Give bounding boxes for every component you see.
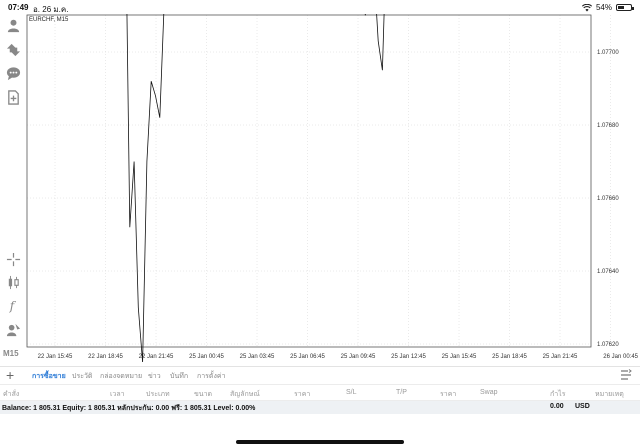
tab-trade[interactable]: การซื้อขาย [32, 371, 66, 385]
x-tick-label: 25 Jan 03:45 [240, 354, 275, 360]
col-tp: T/P [396, 389, 407, 396]
svg-text:f: f [8, 299, 16, 313]
col-profit: กำไร [550, 391, 566, 398]
plot-frame [26, 14, 592, 348]
tab-news[interactable]: ข่าว [148, 371, 161, 382]
trade-table-header: คำสั่ง เวลา ประเภท ขนาด สัญลักษณ์ ราคา S… [0, 384, 640, 401]
left-toolbar: f M15 [0, 14, 26, 362]
balance-currency: USD [575, 403, 590, 410]
col-comment: หมายเหตุ [595, 391, 624, 398]
chart-grid [27, 15, 611, 347]
chat-icon[interactable] [4, 64, 22, 82]
x-tick-label: 22 Jan 18:45 [88, 354, 123, 360]
x-tick-label: 22 Jan 21:45 [139, 354, 174, 360]
col-order: คำสั่ง [3, 391, 20, 398]
chart-symbol-label: EURCHF, M15 [29, 17, 69, 23]
account-icon[interactable] [4, 16, 22, 34]
col-symbol: สัญลักษณ์ [230, 391, 260, 398]
col-type: ประเภท [146, 391, 170, 398]
balance-bar: Balance: 1 805.31 Equity: 1 805.31 หลักป… [0, 401, 640, 414]
x-tick-label: 26 Jan 00:45 [603, 354, 638, 360]
x-tick-label: 25 Jan 06:45 [290, 354, 325, 360]
x-tick-label: 25 Jan 09:45 [341, 354, 376, 360]
crosshair-icon[interactable] [4, 250, 22, 268]
x-tick-label: 25 Jan 00:45 [189, 354, 224, 360]
x-tick-label: 25 Jan 18:45 [492, 354, 527, 360]
wifi-icon [581, 3, 592, 11]
col-size: ขนาด [194, 391, 213, 398]
col-price: ราคา [294, 391, 311, 398]
x-tick-label: 25 Jan 15:45 [442, 354, 477, 360]
chart-canvas[interactable]: 1.07807 1.078601.078401.078201.078001.07… [26, 14, 640, 362]
battery-icon [616, 4, 634, 11]
col-swap: Swap [480, 389, 498, 396]
col-time: เวลา [110, 391, 125, 398]
tab-mailbox[interactable]: กล่องจดหมาย [100, 371, 142, 382]
trade-arrows-icon[interactable] [4, 40, 22, 58]
add-icon[interactable]: + [6, 368, 14, 382]
tab-settings[interactable]: การตั้งค่า [197, 371, 226, 382]
objects-icon[interactable] [4, 320, 22, 338]
status-right: 54% [581, 3, 634, 12]
balance-summary: Balance: 1 805.31 Equity: 1 805.31 หลักป… [2, 405, 256, 412]
balance-profit: 0.00 [550, 403, 564, 410]
price-chart[interactable]: 1.07807 1.078601.078401.078201.078001.07… [26, 14, 640, 362]
new-document-icon[interactable] [4, 88, 22, 106]
status-time: 07:49 [8, 3, 29, 12]
status-bar: 07:49 อ. 26 ม.ค. 54% [0, 0, 640, 14]
bottom-tabs: + การซื้อขาย ประวัติ กล่องจดหมาย ข่าว บั… [0, 366, 640, 385]
y-tick-label: 1.07660 [597, 196, 619, 202]
col-sl: S/L [346, 389, 357, 396]
indicator-f-icon[interactable]: f [4, 296, 22, 314]
col-price-current: ราคา [440, 391, 457, 398]
battery-percent: 54% [595, 3, 612, 12]
home-indicator[interactable] [236, 440, 404, 444]
x-tick-label: 25 Jan 12:45 [391, 354, 426, 360]
tab-history[interactable]: ประวัติ [72, 371, 92, 382]
y-tick-label: 1.07700 [597, 50, 619, 56]
y-tick-label: 1.07680 [597, 123, 619, 129]
y-axis: 1.078601.078401.078201.078001.077801.077… [597, 50, 619, 348]
tab-journal[interactable]: บันทึก [170, 371, 188, 382]
chart-type-icon[interactable] [4, 273, 22, 291]
panel-toggle-icon[interactable] [620, 369, 632, 381]
y-tick-label: 1.07620 [597, 342, 619, 348]
x-tick-label: 22 Jan 15:45 [38, 354, 73, 360]
timeframe-label[interactable]: M15 [3, 349, 19, 358]
y-tick-label: 1.07640 [597, 269, 619, 275]
x-axis: 22 Jan 15:45 22 Jan 18:45 22 Jan 21:45 25 J… [38, 354, 639, 360]
x-tick-label: 25 Jan 21:45 [543, 354, 578, 360]
